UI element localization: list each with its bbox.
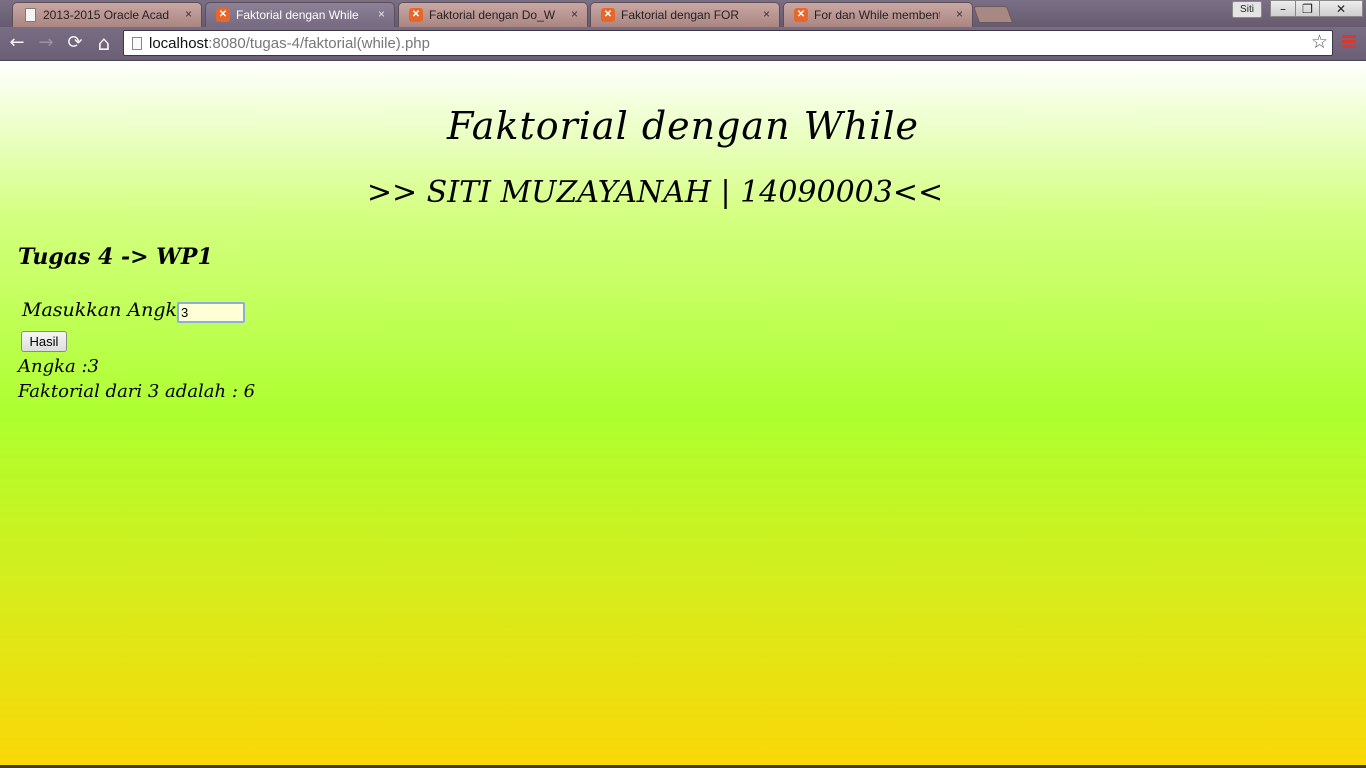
close-icon[interactable]: × (185, 7, 192, 21)
tab-title: Faktorial dengan While (236, 8, 359, 22)
hasil-button[interactable]: Hasil (21, 331, 67, 352)
xampp-icon: ✕ (409, 8, 423, 22)
close-icon[interactable]: × (571, 7, 578, 21)
tab-title: 2013-2015 Oracle Academ (43, 8, 169, 22)
tab-title: Faktorial dengan FOR (621, 8, 740, 22)
factorial-result: Faktorial dari 3 adalah : 6 (18, 381, 256, 402)
number-input-label: Masukkan Angka (22, 299, 189, 321)
url-text: localhost:8080/tugas-4/faktorial(while).… (149, 35, 430, 52)
reload-icon[interactable]: ⟳ (64, 32, 86, 54)
close-icon[interactable]: × (378, 7, 385, 21)
section-heading: Tugas 4 -> WP1 (18, 244, 213, 270)
home-icon[interactable]: ⌂ (93, 32, 115, 54)
tab-title: Faktorial dengan Do_Whil (429, 8, 555, 22)
back-arrow-icon[interactable]: ← (6, 32, 28, 54)
xampp-icon: ✕ (216, 8, 230, 22)
document-icon (25, 8, 36, 22)
window-close-button[interactable]: ✕ (1319, 0, 1363, 17)
restore-button[interactable]: ❐ (1295, 0, 1320, 17)
page-icon (132, 37, 142, 50)
menu-icon[interactable] (1342, 35, 1356, 51)
tab-faktorial-for[interactable]: ✕ Faktorial dengan FOR × (590, 2, 780, 27)
number-result: Angka :3 (18, 356, 99, 377)
tab-oracle-academy[interactable]: 2013-2015 Oracle Academ × (12, 2, 202, 27)
bookmark-star-icon[interactable]: ☆ (1311, 31, 1328, 53)
minimize-button[interactable]: – (1270, 0, 1296, 17)
tab-strip: 2013-2015 Oracle Academ × ✕ Faktorial de… (0, 0, 1366, 27)
number-input[interactable] (177, 302, 245, 323)
new-tab-button[interactable] (972, 6, 1014, 23)
tab-faktorial-do-while[interactable]: ✕ Faktorial dengan Do_Whil × (398, 2, 588, 27)
url-path: :8080/tugas-4/faktorial(while).php (208, 35, 430, 52)
forward-arrow-icon[interactable]: → (35, 32, 57, 54)
address-bar[interactable]: localhost:8080/tugas-4/faktorial(while).… (123, 30, 1333, 56)
page-title: Faktorial dengan While (447, 104, 919, 148)
tab-faktorial-while[interactable]: ✕ Faktorial dengan While × (205, 2, 395, 27)
xampp-icon: ✕ (794, 8, 808, 22)
user-profile-badge[interactable]: Siti (1232, 1, 1262, 18)
page-subtitle: >> SITI MUZAYANAH | 14090003<< (366, 175, 944, 210)
xampp-icon: ✕ (601, 8, 615, 22)
close-icon[interactable]: × (956, 7, 963, 21)
tab-title: For dan While membentuk (814, 8, 940, 22)
tab-for-dan-while[interactable]: ✕ For dan While membentuk × (783, 2, 973, 27)
close-icon[interactable]: × (763, 7, 770, 21)
url-host: localhost (149, 35, 209, 52)
page-viewport: Faktorial dengan While >> SITI MUZAYANAH… (0, 61, 1366, 768)
